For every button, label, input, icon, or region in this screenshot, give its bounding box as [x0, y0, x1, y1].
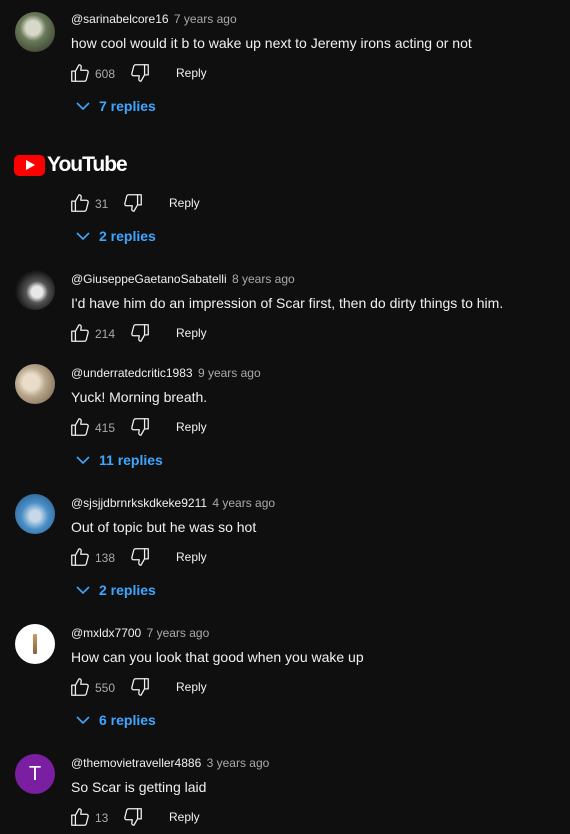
thumbs-up-icon — [71, 548, 89, 566]
youtube-play-icon — [14, 155, 45, 176]
thumbs-up-icon — [71, 324, 89, 342]
avatar[interactable] — [15, 270, 55, 310]
comment-timestamp[interactable]: 9 years ago — [198, 366, 261, 380]
chevron-down-icon — [76, 716, 90, 725]
thumbs-up-icon — [71, 418, 89, 436]
reply-button[interactable]: Reply — [176, 550, 207, 564]
comment-author[interactable]: @sarinabelcore16 — [71, 12, 169, 26]
comment-text: So Scar is getting laid — [71, 779, 207, 795]
chevron-down-icon — [76, 232, 90, 241]
comment-meta: @sarinabelcore16 7 years ago — [71, 12, 237, 26]
replies-label: 2 replies — [99, 582, 156, 598]
dislike-button[interactable] — [129, 62, 151, 84]
thumbs-up-icon — [71, 678, 89, 696]
thumbs-down-icon — [131, 678, 149, 696]
comment-text: Yuck! Morning breath. — [71, 389, 208, 405]
avatar[interactable] — [15, 12, 55, 52]
thumbs-up-icon — [71, 808, 89, 826]
like-count: 214 — [95, 327, 116, 341]
like-button[interactable] — [69, 546, 91, 568]
dislike-button[interactable] — [122, 806, 144, 828]
comment-timestamp[interactable]: 7 years ago — [147, 626, 210, 640]
reply-button[interactable]: Reply — [169, 810, 200, 824]
chevron-down-icon — [76, 456, 90, 465]
dislike-button[interactable] — [122, 192, 144, 214]
avatar-letter: T — [28, 763, 42, 785]
replies-label: 2 replies — [99, 228, 156, 244]
thumbs-down-icon — [131, 64, 149, 82]
view-replies-button[interactable]: 2 replies — [75, 228, 156, 244]
like-count: 550 — [95, 681, 116, 695]
thumbs-down-icon — [124, 808, 142, 826]
like-button[interactable] — [69, 416, 91, 438]
like-count: 608 — [95, 67, 116, 81]
comment-meta: @sjsjjdbrnrkskdkeke9211 4 years ago — [71, 496, 275, 510]
reply-button[interactable]: Reply — [176, 680, 207, 694]
reply-button[interactable]: Reply — [176, 326, 207, 340]
like-button[interactable] — [69, 322, 91, 344]
dislike-button[interactable] — [129, 322, 151, 344]
replies-label: 7 replies — [99, 98, 156, 114]
thumbs-down-icon — [124, 194, 142, 212]
reply-button[interactable]: Reply — [176, 420, 207, 434]
reply-button[interactable]: Reply — [176, 66, 207, 80]
thumbs-up-icon — [71, 64, 89, 82]
comment-text: How can you look that good when you wake… — [71, 649, 364, 665]
comment-text: Out of topic but he was so hot — [71, 519, 257, 535]
replies-label: 11 replies — [99, 452, 163, 468]
view-replies-button[interactable]: 11 replies — [75, 452, 163, 468]
comment-timestamp[interactable]: 7 years ago — [174, 12, 237, 26]
avatar[interactable] — [15, 364, 55, 404]
chevron-down-icon — [76, 586, 90, 595]
comment-meta: @mxldx7700 7 years ago — [71, 626, 209, 640]
like-count: 31 — [95, 197, 109, 211]
comment-timestamp[interactable]: 8 years ago — [232, 272, 295, 286]
reply-button[interactable]: Reply — [169, 196, 200, 210]
thumbs-down-icon — [131, 324, 149, 342]
comment-author[interactable]: @themovietraveller4886 — [71, 756, 201, 770]
thumbs-down-icon — [131, 548, 149, 566]
view-replies-button[interactable]: 2 replies — [75, 582, 156, 598]
comment-meta: @themovietraveller4886 3 years ago — [71, 756, 269, 770]
dislike-button[interactable] — [129, 546, 151, 568]
dislike-button[interactable] — [129, 416, 151, 438]
like-button[interactable] — [69, 676, 91, 698]
comment-author[interactable]: @underratedcritic1983 — [71, 366, 193, 380]
comment-text: how cool would it b to wake up next to J… — [71, 35, 472, 51]
avatar-image — [33, 634, 37, 654]
view-replies-button[interactable]: 7 replies — [75, 98, 156, 114]
comment-timestamp[interactable]: 4 years ago — [212, 496, 275, 510]
like-button[interactable] — [69, 806, 91, 828]
youtube-wordmark: YouTube — [47, 153, 128, 176]
comment-timestamp[interactable]: 3 years ago — [207, 756, 270, 770]
comment-author[interactable]: @sjsjjdbrnrkskdkeke9211 — [71, 496, 207, 510]
comment-author[interactable]: @mxldx7700 — [71, 626, 141, 640]
comment-author[interactable]: @GiuseppeGaetanoSabatelli — [71, 272, 227, 286]
view-replies-button[interactable]: 6 replies — [75, 712, 156, 728]
like-count: 138 — [95, 551, 116, 565]
comment-text: I'd have him do an impression of Scar fi… — [71, 295, 504, 311]
avatar[interactable] — [15, 494, 55, 534]
avatar[interactable]: T — [15, 754, 55, 794]
comment-meta: @underratedcritic1983 9 years ago — [71, 366, 261, 380]
like-button[interactable] — [69, 192, 91, 214]
thumbs-down-icon — [131, 418, 149, 436]
avatar[interactable] — [15, 624, 55, 664]
thumbs-up-icon — [71, 194, 89, 212]
like-button[interactable] — [69, 62, 91, 84]
like-count: 13 — [95, 811, 109, 825]
replies-label: 6 replies — [99, 712, 156, 728]
chevron-down-icon — [76, 102, 90, 111]
comment-meta: @GiuseppeGaetanoSabatelli 8 years ago — [71, 272, 295, 286]
like-count: 415 — [95, 421, 116, 435]
dislike-button[interactable] — [129, 676, 151, 698]
